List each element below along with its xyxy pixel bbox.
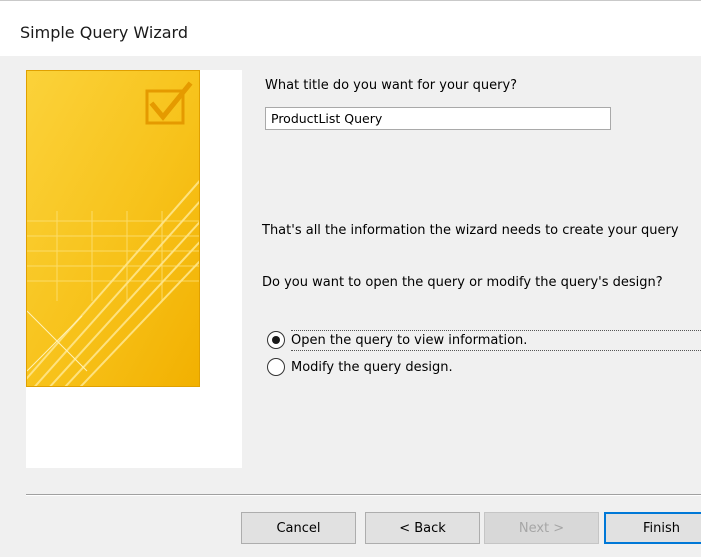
info-text: That's all the information the wizard ne… (262, 223, 679, 238)
choice-prompt-label: Do you want to open the query or modify … (262, 275, 663, 290)
finish-button[interactable]: Finish (604, 512, 701, 544)
window-title: Simple Query Wizard (20, 23, 188, 42)
radio-modify-design[interactable] (267, 358, 285, 376)
title-prompt-label: What title do you want for your query? (265, 78, 518, 93)
cancel-button[interactable]: Cancel (241, 512, 356, 544)
radio-open-query[interactable] (267, 331, 285, 349)
option-open-query-label: Open the query to view information. (291, 332, 528, 348)
next-button[interactable]: Next > (484, 512, 599, 544)
wizard-illustration (26, 70, 200, 387)
option-modify-design[interactable]: Modify the query design. (267, 356, 453, 378)
option-open-query[interactable]: Open the query to view information. (267, 329, 527, 351)
query-title-input[interactable] (265, 107, 611, 130)
back-button[interactable]: < Back (365, 512, 480, 544)
separator (26, 494, 701, 496)
wizard-illustration-panel (26, 70, 242, 468)
option-modify-design-label: Modify the query design. (291, 359, 453, 375)
title-bar: Simple Query Wizard (0, 0, 701, 56)
